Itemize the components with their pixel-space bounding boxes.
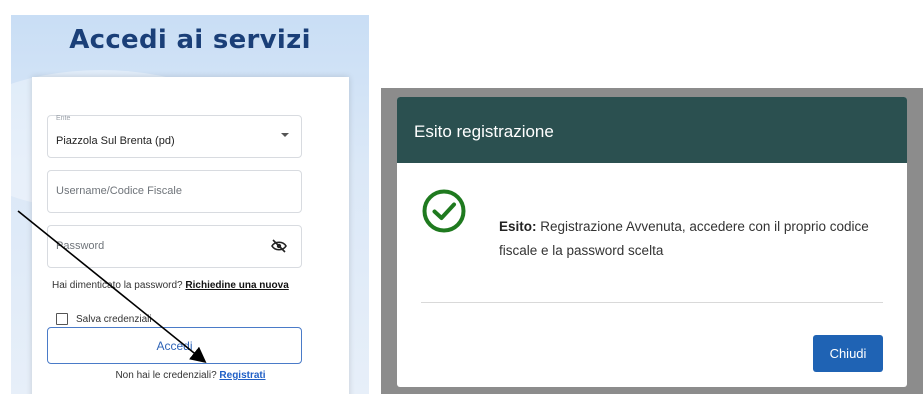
remember-credentials[interactable]: Salva credenziali — [56, 313, 152, 325]
eye-off-icon[interactable] — [271, 239, 287, 253]
ente-value: Piazzola Sul Brenta (pd) — [56, 135, 175, 147]
dialog-title: Esito registrazione — [414, 122, 554, 141]
result-message: Esito: Registrazione Avvenuta, accedere … — [499, 215, 889, 263]
close-button[interactable]: Chiudi — [813, 335, 883, 372]
register-text: Non hai le credenziali? — [115, 370, 217, 381]
login-button[interactable]: Accedi — [47, 327, 302, 364]
register-link[interactable]: Registrati — [219, 370, 265, 381]
login-panel: Accedi ai servizi Ente Piazzola Sul Bren… — [11, 15, 369, 394]
register-line: Non hai le credenziali? Registrati — [32, 370, 349, 381]
forgot-password-link[interactable]: Richiedine una nuova — [185, 280, 288, 291]
dialog-header: Esito registrazione — [397, 97, 907, 163]
login-card: Ente Piazzola Sul Brenta (pd) Username/C… — [32, 77, 349, 394]
page-title: Accedi ai servizi — [69, 25, 311, 55]
password-placeholder: Password — [56, 240, 105, 252]
remember-checkbox[interactable] — [56, 313, 68, 325]
status-label: Esito: — [499, 219, 537, 234]
forgot-password-line: Hai dimenticato la password? Richiedine … — [52, 280, 289, 291]
password-field[interactable]: Password — [47, 225, 302, 268]
check-circle-icon — [422, 189, 466, 233]
username-field[interactable]: Username/Codice Fiscale — [47, 170, 302, 213]
remember-label: Salva credenziali — [76, 313, 152, 325]
modal-overlay: Esito registrazione Esito: Registrazione… — [381, 88, 923, 394]
ente-label: Ente — [56, 115, 71, 122]
forgot-password-text: Hai dimenticato la password? — [52, 280, 183, 291]
result-dialog: Esito registrazione Esito: Registrazione… — [397, 97, 907, 387]
username-placeholder: Username/Codice Fiscale — [56, 185, 182, 197]
divider — [421, 302, 883, 303]
chevron-down-icon[interactable] — [281, 133, 289, 137]
ente-select[interactable]: Ente Piazzola Sul Brenta (pd) — [47, 115, 302, 158]
status-message: Registrazione Avvenuta, accedere con il … — [499, 219, 869, 258]
